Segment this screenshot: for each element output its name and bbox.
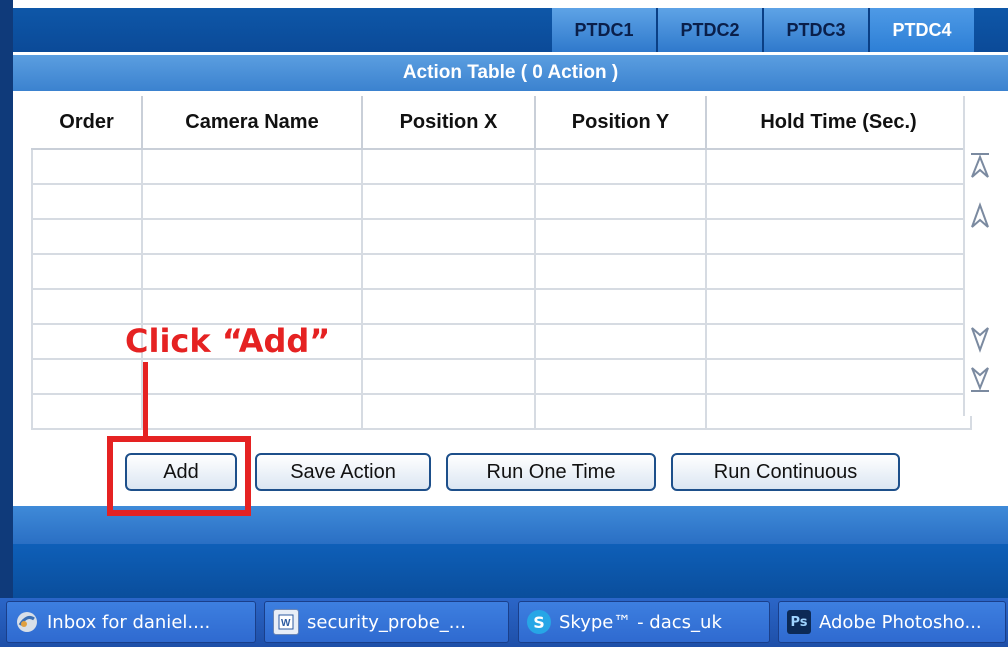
column-header-order[interactable]: Order: [32, 96, 143, 150]
table-cell: [31, 253, 143, 290]
table-cell: [534, 183, 707, 220]
run-continuous-button[interactable]: Run Continuous: [671, 453, 900, 491]
taskbar-item-label: security_probe_...: [307, 611, 466, 633]
table-cell: [534, 253, 707, 290]
taskbar-item-label: Adobe Photosho...: [819, 611, 982, 633]
taskbar: Inbox for daniel.... W security_probe_..…: [0, 598, 1008, 647]
table-cell: [534, 393, 707, 430]
skype-icon: S: [527, 610, 551, 634]
table-cell: [705, 218, 972, 255]
taskbar-item-label: Inbox for daniel....: [47, 611, 211, 633]
table-cell: [361, 393, 536, 430]
table-cell: [361, 183, 536, 220]
taskbar-item-inbox[interactable]: Inbox for daniel....: [6, 601, 256, 643]
table-cell: [31, 393, 143, 430]
table-cell: [534, 288, 707, 325]
table-cell: [31, 148, 143, 185]
tab-ptdc4[interactable]: PTDC4: [870, 8, 974, 52]
action-table-title: Action Table ( 0 Action ): [13, 55, 1008, 91]
table-cell: [705, 148, 972, 185]
table-cell: [705, 323, 972, 360]
table-row[interactable]: [31, 183, 972, 220]
table-cell: [141, 253, 363, 290]
table-cell: [141, 218, 363, 255]
svg-text:W: W: [281, 618, 291, 629]
taskbar-item-skype[interactable]: S Skype™ - dacs_uk: [518, 601, 770, 643]
table-row[interactable]: [31, 358, 972, 395]
tab-ptdc1[interactable]: PTDC1: [552, 8, 658, 52]
mail-icon: [15, 610, 39, 634]
table-cell: [31, 183, 143, 220]
word-doc-icon: W: [273, 609, 299, 635]
annotation-highlight-box: [107, 436, 251, 516]
annotation-pointer: [143, 362, 148, 437]
scroll-top-icon[interactable]: [969, 151, 991, 181]
table-cell: [361, 253, 536, 290]
scroll-up-icon[interactable]: [969, 201, 991, 231]
table-cell: [534, 323, 707, 360]
tab-ptdc2[interactable]: PTDC2: [658, 8, 764, 52]
table-cell: [141, 183, 363, 220]
table-cell: [361, 148, 536, 185]
table-cell: [705, 253, 972, 290]
table-cell: [534, 358, 707, 395]
table-cell: [141, 288, 363, 325]
table-cell: [361, 288, 536, 325]
scroll-bottom-icon[interactable]: [969, 364, 991, 394]
table-cell: [534, 218, 707, 255]
table-cell: [705, 393, 972, 430]
column-header-hold-time[interactable]: Hold Time (Sec.): [706, 96, 972, 150]
table-cell: [705, 288, 972, 325]
table-row[interactable]: [31, 218, 972, 255]
table-row[interactable]: [31, 148, 972, 185]
table-cell: [141, 358, 363, 395]
table-cell: [141, 393, 363, 430]
scroll-down-icon[interactable]: [969, 324, 991, 354]
table-cell: [141, 148, 363, 185]
table-header-row: Order Camera Name Position X Position Y …: [32, 96, 972, 150]
row-order-controls: [963, 96, 997, 416]
table-cell: [31, 288, 143, 325]
column-header-position-y[interactable]: Position Y: [535, 96, 707, 150]
table-cell: [361, 323, 536, 360]
action-table: Order Camera Name Position X Position Y …: [31, 96, 972, 430]
column-header-position-x[interactable]: Position X: [362, 96, 536, 150]
tab-bar: PTDC1 PTDC2 PTDC3 PTDC4: [13, 8, 1008, 52]
table-row[interactable]: [31, 288, 972, 325]
table-row[interactable]: [31, 253, 972, 290]
annotation-label: Click “Add”: [125, 322, 331, 360]
table-cell: [705, 358, 972, 395]
taskbar-item-word-document[interactable]: W security_probe_...: [264, 601, 509, 643]
window-bottom-frame: [13, 544, 1008, 598]
run-one-time-button[interactable]: Run One Time: [446, 453, 656, 491]
table-cell: [361, 218, 536, 255]
column-header-camera-name[interactable]: Camera Name: [142, 96, 363, 150]
table-cell: [31, 218, 143, 255]
table-cell: [534, 148, 707, 185]
taskbar-item-label: Skype™ - dacs_uk: [559, 611, 722, 633]
tab-ptdc3[interactable]: PTDC3: [764, 8, 870, 52]
photoshop-icon: Ps: [787, 610, 811, 634]
table-cell: [31, 358, 143, 395]
window-left-frame: [0, 0, 13, 598]
table-cell: [705, 183, 972, 220]
table-cell: [361, 358, 536, 395]
save-action-button[interactable]: Save Action: [255, 453, 431, 491]
taskbar-item-photoshop[interactable]: Ps Adobe Photosho...: [778, 601, 1006, 643]
table-row[interactable]: [31, 393, 972, 430]
